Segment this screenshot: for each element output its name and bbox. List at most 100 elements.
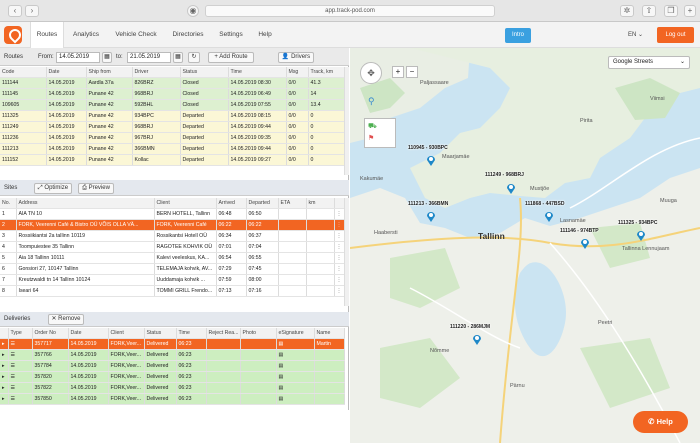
track-pod-logo-icon[interactable] (4, 26, 22, 44)
vehicle-pin-icon[interactable] (426, 210, 436, 222)
drag-handle-icon[interactable]: ⋮ (337, 211, 342, 217)
vehicle-pin-icon[interactable] (580, 237, 590, 249)
site-row[interactable]: 7 Kreutzwaldi tn 14 Tallinn 10124 Uuddamaj… (0, 274, 345, 287)
calendar-icon[interactable]: ▦ (102, 52, 112, 63)
pan-control-icon[interactable]: ✥ (360, 62, 382, 84)
col-time[interactable]: Time (176, 328, 207, 339)
drag-handle-icon[interactable]: ⋮ (337, 266, 342, 272)
delivery-row[interactable]: ▸ ☰ 357822 14.05.2019 FORK,Veer... Delivered 0… (0, 382, 345, 394)
expand-arrow-icon[interactable]: ▸ (2, 396, 5, 402)
delivery-row[interactable]: ▸ ☰ 357766 14.05.2019 FORK,Veer... Delivered 0… (0, 349, 345, 361)
signature-icon[interactable]: ▤ (279, 374, 284, 380)
expand-arrow-icon[interactable]: ▸ (2, 341, 5, 347)
drag-handle-icon[interactable]: ⋮ (337, 255, 342, 261)
col-eta[interactable]: ETA (278, 198, 307, 209)
nav-settings[interactable]: Settings (214, 22, 248, 48)
drivers-button[interactable]: 👤 Drivers (278, 52, 314, 63)
col-status[interactable]: Status (180, 67, 229, 78)
intro-button[interactable]: Intro (505, 28, 531, 43)
col-client[interactable]: Client (154, 198, 217, 209)
routes-scrollbar[interactable] (344, 67, 349, 175)
col-type[interactable]: Type (8, 328, 33, 339)
signature-icon[interactable]: ▤ (279, 352, 284, 358)
col-ship-from[interactable]: Ship from (86, 67, 133, 78)
col-date[interactable]: Date (46, 67, 87, 78)
zoom-out-button[interactable]: − (406, 66, 418, 78)
col-arrived[interactable]: Arrived (216, 198, 247, 209)
route-row[interactable]: 109605 14.05.2019 Punane 42 592BHL Closed 14.… (0, 99, 345, 111)
refresh-icon[interactable]: ↻ (188, 52, 200, 63)
col-msg[interactable]: Msg (286, 67, 309, 78)
drag-handle-icon[interactable]: ⋮ (337, 222, 342, 228)
calendar-icon[interactable]: ▦ (173, 52, 183, 63)
col-code[interactable]: Code (0, 67, 47, 78)
site-row[interactable]: 3 Rossiikiantsi 2a tallinn 10119 Rossikant… (0, 230, 345, 242)
site-row[interactable]: 4 Toompuiestee 35 Tallinn RAGOTEE KOHVIK O… (0, 241, 345, 253)
drag-handle-icon[interactable]: ⋮ (337, 233, 342, 239)
map-type-select[interactable]: Google Streets ⌄ (608, 56, 690, 69)
col-reject-reason[interactable]: Reject Rea... (206, 328, 241, 339)
nav-directories[interactable]: Directories (168, 22, 208, 48)
col-client[interactable]: Client (108, 328, 145, 339)
drag-handle-icon[interactable]: ⋮ (337, 277, 342, 283)
delivery-row[interactable]: ▸ ☰ 357820 14.05.2019 FORK,Veer... Delivered 0… (0, 371, 345, 383)
col-address[interactable]: Address (16, 198, 155, 209)
reader-icon[interactable]: ◉ (187, 5, 199, 17)
col-esignature[interactable]: eSignature (276, 328, 315, 339)
vehicle-pin-icon[interactable] (636, 229, 646, 241)
help-button[interactable]: ✆ Help (633, 411, 688, 433)
address-bar[interactable]: app.track-pod.com (205, 5, 495, 17)
logout-button[interactable]: Log out (657, 27, 694, 43)
route-row[interactable]: 111325 14.05.2019 Punane 42 934BPC Departed 1… (0, 110, 345, 122)
share-icon[interactable]: ⇧ (642, 5, 656, 17)
signature-icon[interactable]: ▤ (279, 385, 284, 391)
col-status[interactable]: Status (144, 328, 177, 339)
add-route-button[interactable]: + Add Route (208, 52, 254, 63)
site-row[interactable]: 8 Iseari 64 TOMMI GRILL Frendo... 07:13 07:1… (0, 285, 345, 298)
site-row[interactable]: 2 FORK, Veerenni Café & Bistro OÜ VÕIS OL… (0, 219, 345, 231)
forward-icon[interactable]: › (25, 5, 39, 17)
vehicle-pin-icon[interactable] (544, 210, 554, 222)
nav-analytics[interactable]: Analytics (68, 22, 104, 48)
site-row[interactable]: 5 Aia 18 Tallinn 10111 Kalevi veeleskus, K… (0, 252, 345, 264)
site-row[interactable]: 6 Gonsiori 27, 10147 Tallinn TELEMAJA kohv… (0, 263, 345, 276)
expand-arrow-icon[interactable]: ▸ (2, 385, 5, 391)
add-tab-icon[interactable]: + (684, 5, 696, 17)
col-photo[interactable]: Photo (240, 328, 277, 339)
from-date-input[interactable]: 14.05.2019 (56, 52, 100, 63)
pin-filter-icon[interactable]: ⚑ (368, 134, 374, 142)
zoom-in-button[interactable]: + (392, 66, 404, 78)
col-driver[interactable]: Driver (132, 67, 181, 78)
drag-handle-icon[interactable]: ⋮ (337, 244, 342, 250)
preview-button[interactable]: ⎙ Preview (78, 183, 114, 194)
back-icon[interactable]: ‹ (8, 5, 22, 17)
to-date-input[interactable]: 21.05.2019 (127, 52, 171, 63)
optimize-button[interactable]: ⤢ Optimize (34, 183, 72, 194)
nav-vehicle-check[interactable]: Vehicle Check (112, 22, 160, 48)
map-view[interactable]: ✥ + − ⚲ ⛟ ⚑ Google Streets ⌄ Paljassaare … (350, 48, 700, 443)
layers-panel[interactable]: ⛟ ⚑ (364, 118, 396, 148)
route-row[interactable]: 111236 14.05.2019 Punane 42 967BRJ Departed 1… (0, 132, 345, 145)
vehicle-pin-icon[interactable] (472, 333, 482, 345)
language-select[interactable]: EN ⌄ (628, 28, 643, 43)
col-track-km[interactable]: Track, km (308, 67, 345, 78)
vehicle-pin-icon[interactable] (506, 182, 516, 194)
route-row[interactable]: 111249 14.05.2019 Punane 42 968BRJ Departed 1… (0, 121, 345, 133)
delivery-row[interactable]: ▸ ☰ 357784 14.05.2019 FORK,Veer... Delivered 0… (0, 360, 345, 372)
col-date[interactable]: Date (68, 328, 109, 339)
drag-handle-icon[interactable]: ⋮ (337, 288, 342, 294)
col-km[interactable]: km (306, 198, 335, 209)
nav-help[interactable]: Help (254, 22, 276, 48)
sites-scrollbar[interactable] (344, 198, 349, 306)
remove-button[interactable]: ✕ Remove (48, 314, 84, 325)
truck-icon[interactable]: ⛟ (368, 122, 377, 131)
route-row[interactable]: 111144 14.05.2019 Aardla 37a 826BRZ Closed 14… (0, 77, 345, 89)
expand-arrow-icon[interactable]: ▸ (2, 374, 5, 380)
col-time[interactable]: Time (228, 67, 287, 78)
route-row[interactable]: 111213 14.05.2019 Punane 42 366BMN Departed 1… (0, 143, 345, 156)
delivery-row[interactable]: ▸ ☰ 357717 14.05.2019 FORK,Veer... Delivered 0… (0, 338, 345, 350)
col-departed[interactable]: Departed (246, 198, 279, 209)
route-row[interactable]: 111145 14.05.2019 Punane 42 968BRJ Closed 14.… (0, 88, 345, 100)
route-row[interactable]: 111152 14.05.2019 Punane 42 Kollac Departed 1… (0, 154, 345, 167)
expand-arrow-icon[interactable]: ▸ (2, 352, 5, 358)
